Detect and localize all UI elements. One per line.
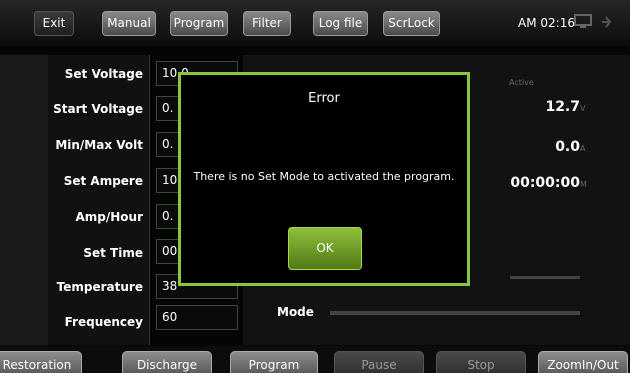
left-strip bbox=[0, 55, 48, 345]
program-bottom-button[interactable]: Program bbox=[230, 351, 318, 373]
frequency-field[interactable]: 60 bbox=[156, 305, 238, 330]
voltage-unit: V bbox=[580, 104, 586, 113]
frequency-label: Frequencey bbox=[64, 315, 143, 329]
mode-label: Mode bbox=[277, 305, 314, 319]
filter-button[interactable]: Filter bbox=[243, 11, 291, 36]
discharge-button[interactable]: Discharge bbox=[122, 351, 212, 373]
time-reading: 00:00:00 bbox=[510, 175, 580, 191]
set-voltage-label: Set Voltage bbox=[64, 67, 143, 81]
current-reading: 0.0 bbox=[555, 139, 580, 155]
zoom-in-out-button[interactable]: ZoomIn/Out bbox=[538, 351, 628, 373]
amp-hour-label: Amp/Hour bbox=[75, 210, 143, 224]
arrow-icon[interactable] bbox=[599, 14, 613, 30]
current-unit: A bbox=[580, 144, 586, 153]
program-button[interactable]: Program bbox=[170, 11, 228, 36]
pause-button[interactable]: Pause bbox=[334, 351, 424, 373]
time-unit: M bbox=[580, 180, 587, 189]
start-voltage-label: Start Voltage bbox=[53, 102, 143, 116]
progress-track bbox=[510, 276, 580, 279]
monitor-icon[interactable] bbox=[574, 14, 592, 28]
app-screen: Exit Manual Program Filter Log file ScrL… bbox=[0, 0, 630, 373]
stop-button[interactable]: Stop bbox=[436, 351, 526, 373]
voltage-reading: 12.7 bbox=[545, 99, 580, 115]
mode-track bbox=[330, 311, 580, 315]
ok-button[interactable]: OK bbox=[288, 227, 362, 270]
dialog-message: There is no Set Mode to activated the pr… bbox=[193, 170, 455, 183]
active-label: Active bbox=[509, 78, 534, 87]
scrlock-button[interactable]: ScrLock bbox=[383, 11, 440, 36]
set-time-label: Set Time bbox=[83, 246, 143, 260]
parameter-labels: Set Voltage Start Voltage Min/Max Volt S… bbox=[48, 55, 150, 345]
error-dialog: Error There is no Set Mode to activated … bbox=[178, 72, 470, 286]
top-toolbar: Exit Manual Program Filter Log file ScrL… bbox=[0, 0, 630, 46]
min-max-volt-label: Min/Max Volt bbox=[55, 138, 143, 152]
set-ampere-label: Set Ampere bbox=[63, 174, 143, 188]
temperature-label: Temperature bbox=[56, 280, 143, 294]
log-file-button[interactable]: Log file bbox=[313, 11, 368, 36]
clock-display: AM 02:16 bbox=[518, 16, 575, 30]
manual-button[interactable]: Manual bbox=[102, 11, 156, 36]
dialog-title: Error bbox=[308, 91, 340, 106]
restoration-button[interactable]: Restoration bbox=[0, 351, 82, 373]
exit-button[interactable]: Exit bbox=[34, 11, 74, 36]
